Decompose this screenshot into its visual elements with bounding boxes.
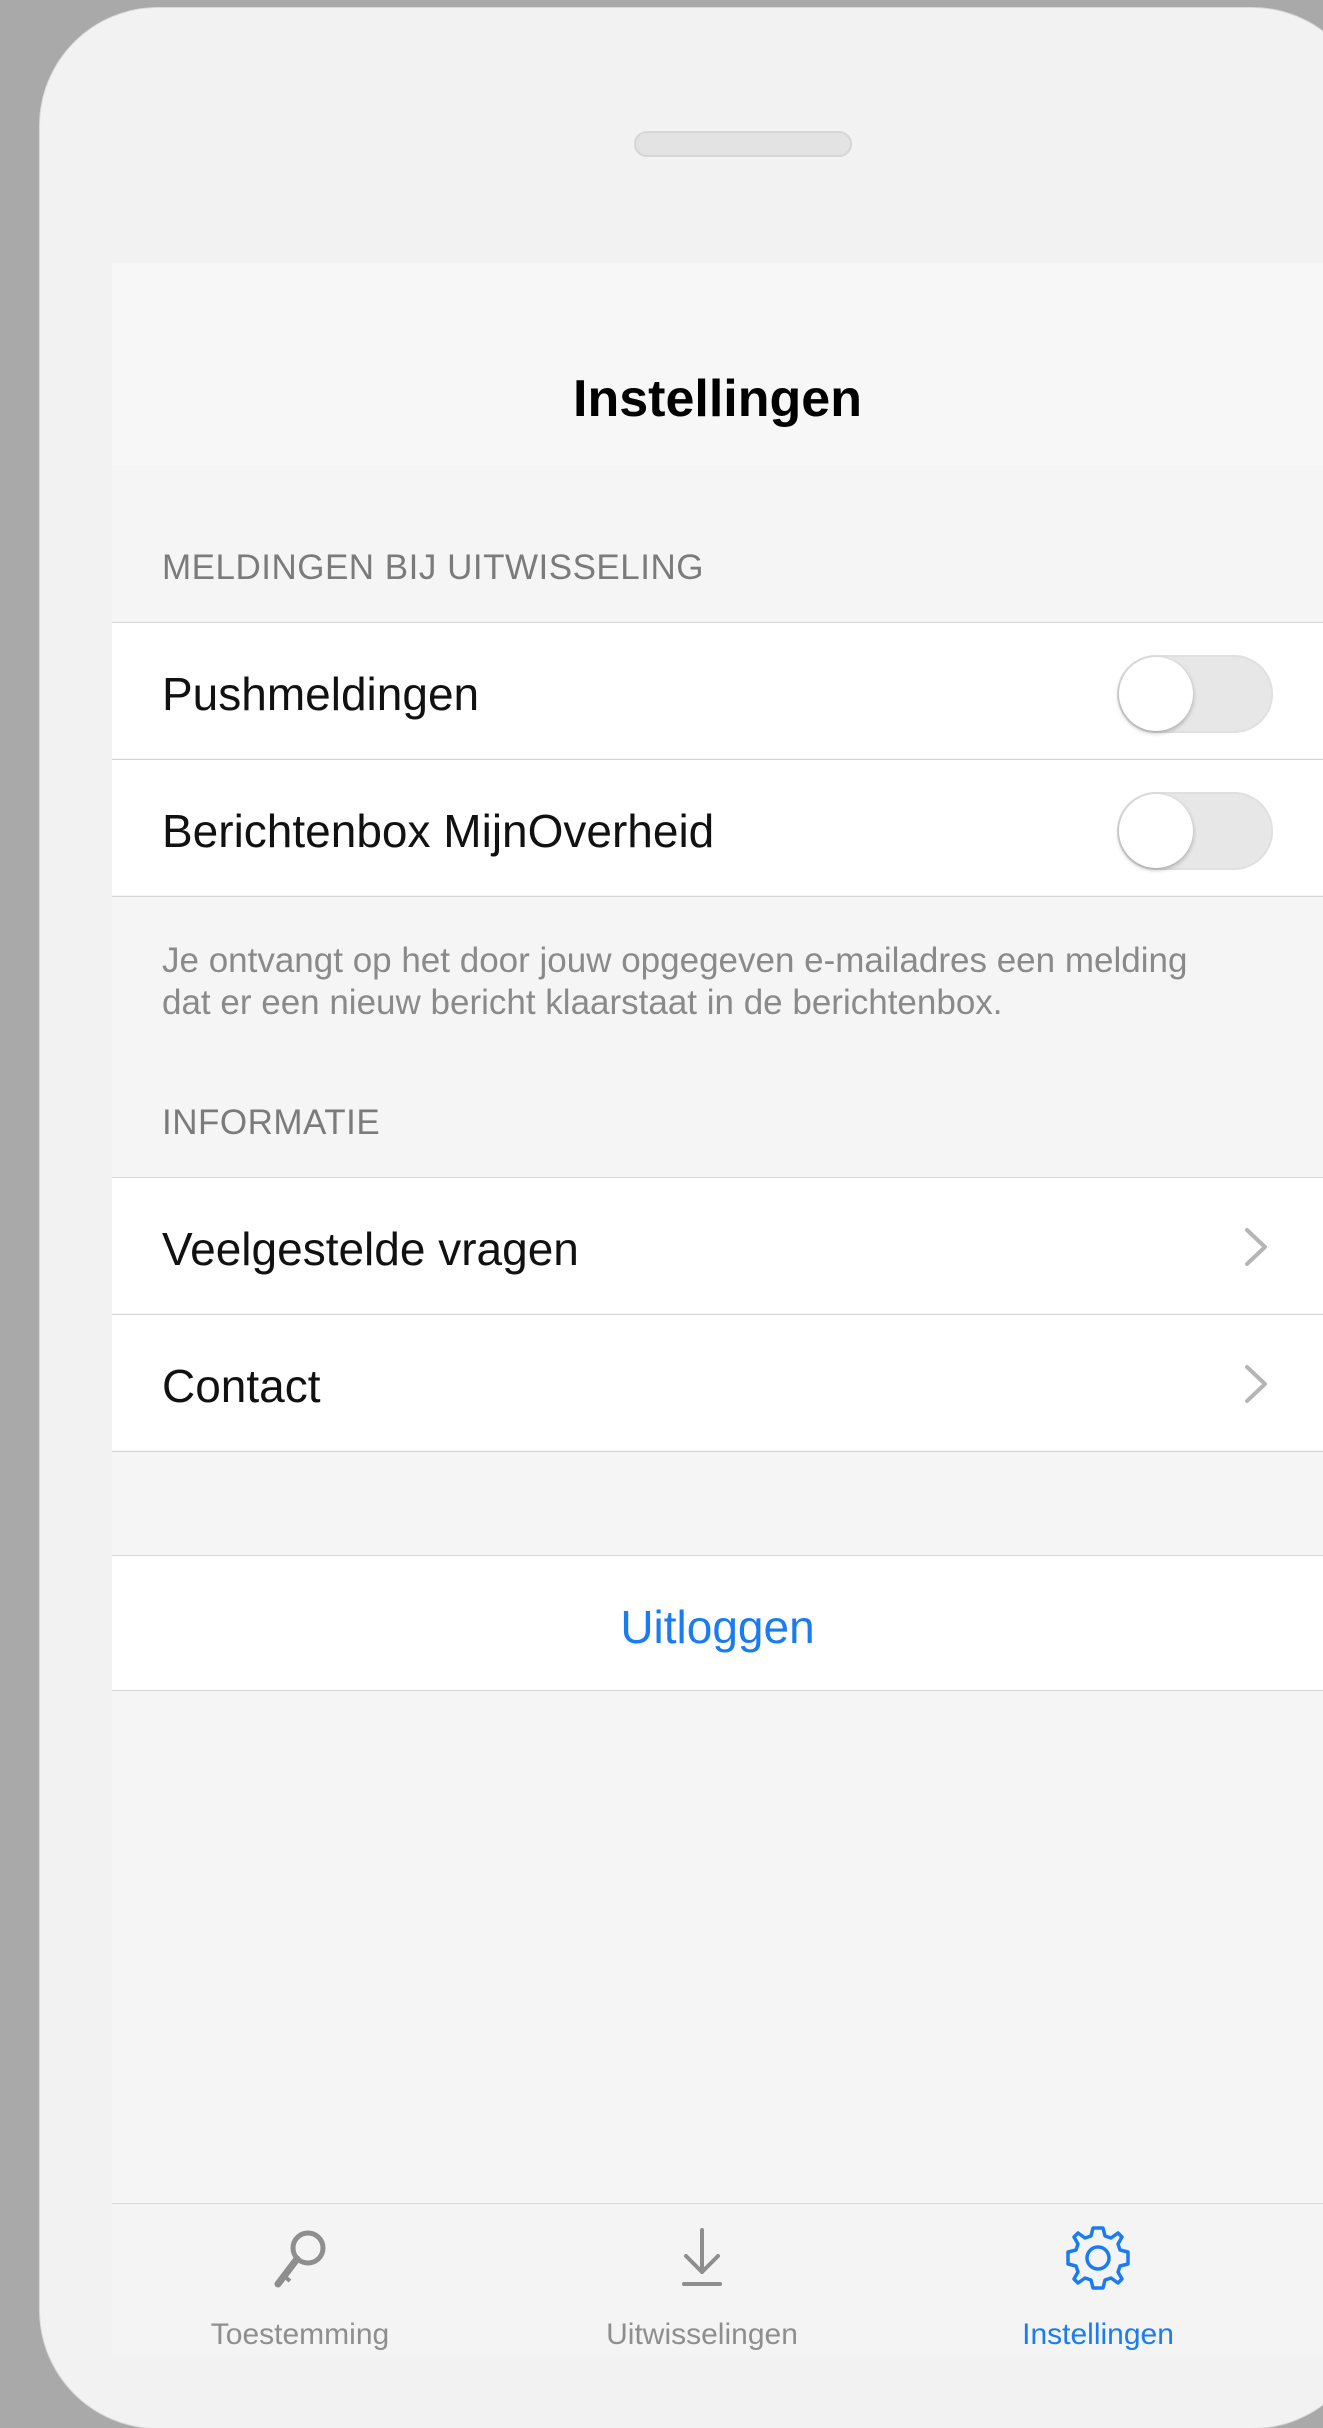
tab-uitwisselingen[interactable]: Uitwisselingen [552, 2204, 852, 2354]
chevron-right-icon [1245, 1365, 1267, 1403]
tab-instellingen[interactable]: Instellingen [948, 2204, 1248, 2354]
section-header-meldingen: MELDINGEN BIJ UITWISSELING [162, 548, 704, 587]
toggle-knob [1119, 794, 1193, 868]
tab-label: Instellingen [1022, 2318, 1174, 2351]
berichtenbox-toggle[interactable] [1117, 792, 1273, 870]
cell-label: Veelgestelde vragen [162, 1223, 579, 1275]
tab-label: Uitwisselingen [606, 2318, 798, 2351]
tab-label: Toestemming [210, 2318, 390, 2351]
settings-list: MELDINGEN BIJ UITWISSELING Pushmeldingen… [112, 465, 1323, 2204]
divider [112, 896, 1323, 897]
toggle-knob [1119, 657, 1193, 731]
section-header-informatie: INFORMATIE [162, 1103, 381, 1142]
page-title: Instellingen [573, 370, 862, 428]
cell-label: Berichtenbox MijnOverheid [162, 805, 715, 857]
tab-bar: Toestemming Uitwisselingen Instellingen [112, 2203, 1323, 2354]
cell-label: Contact [162, 1360, 321, 1412]
logout-label: Uitloggen [620, 1601, 815, 1653]
cell-contact[interactable]: Contact [112, 1314, 1323, 1450]
tab-toestemming[interactable]: Toestemming [150, 2204, 450, 2354]
cell-berichtenbox: Berichtenbox MijnOverheid [112, 759, 1323, 895]
navigation-bar: Instellingen [112, 263, 1323, 466]
key-icon [274, 2230, 326, 2288]
pushmeldingen-toggle[interactable] [1117, 655, 1273, 733]
cell-veelgestelde-vragen[interactable]: Veelgestelde vragen [112, 1177, 1323, 1313]
download-icon [682, 2228, 722, 2286]
app-screen: Instellingen MELDINGEN BIJ UITWISSELING … [112, 263, 1323, 2354]
cell-label: Pushmeldingen [162, 668, 480, 720]
divider [112, 1451, 1323, 1452]
gear-icon [1066, 2226, 1130, 2290]
section-footer-meldingen: Je ontvangt op het door jouw opgegeven e… [162, 941, 1188, 1022]
logout-button[interactable]: Uitloggen [112, 1555, 1323, 1691]
chevron-right-icon [1245, 1228, 1267, 1266]
speaker-grille [634, 131, 852, 157]
cell-pushmeldingen: Pushmeldingen [112, 622, 1323, 758]
